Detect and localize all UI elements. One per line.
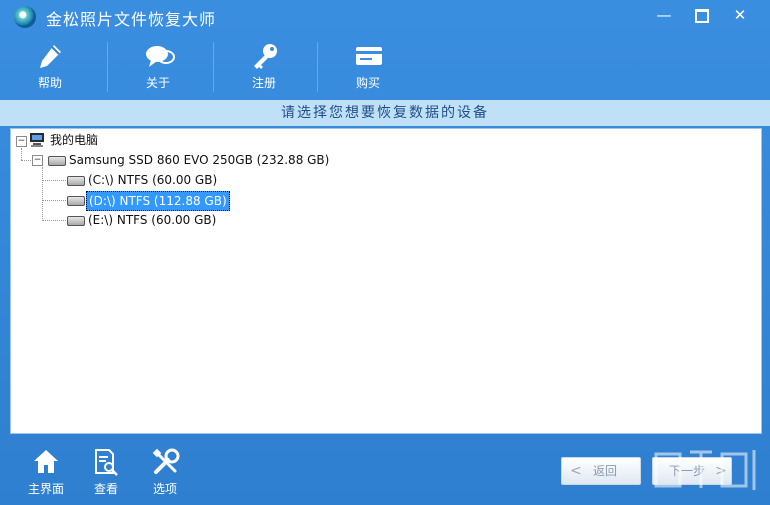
options-button[interactable]: 选项 [139, 446, 191, 498]
partition-drive-icon [67, 196, 85, 206]
help-label: 帮助 [37, 76, 62, 90]
title-bar: 金松照片文件恢复大师 — ✕ [0, 0, 770, 34]
tree-node-partition-c[interactable]: (C:\) NTFS (60.00 GB) [88, 171, 217, 189]
register-button[interactable]: 注册 [224, 38, 304, 94]
device-tree[interactable]: − 我的电脑 − Samsung SSD 860 EVO 250GB (232.… [10, 128, 762, 434]
window-title: 金松照片文件恢复大师 [46, 10, 217, 29]
toolbar-divider [107, 42, 108, 92]
maximize-button[interactable] [686, 3, 718, 27]
app-logo-icon [14, 6, 36, 28]
credit-card-icon [356, 47, 382, 65]
maximize-icon [695, 8, 709, 23]
tree-expander[interactable]: − [32, 155, 43, 166]
document-search-icon [95, 449, 118, 476]
buy-label: 购买 [355, 76, 380, 90]
toolbar-divider [213, 42, 214, 92]
next-label: 下一步 [669, 464, 706, 478]
key-icon [254, 44, 277, 69]
home-label: 主界面 [27, 482, 64, 496]
disk-icon [48, 156, 66, 166]
pencil-icon [40, 45, 61, 68]
section-header: 请选择您想要恢复数据的设备 [0, 100, 770, 126]
back-label: 返回 [593, 464, 618, 478]
back-button[interactable]: < 返回 [561, 457, 641, 485]
partition-drive-icon [67, 176, 85, 186]
tree-connector [42, 180, 66, 181]
about-label: 关于 [145, 76, 170, 90]
close-icon: ✕ [733, 6, 747, 24]
close-button[interactable]: ✕ [724, 3, 756, 27]
tree-node-partition-e[interactable]: (E:\) NTFS (60.00 GB) [88, 211, 216, 229]
register-label: 注册 [251, 76, 276, 90]
app-window: 金松照片文件恢复大师 — ✕ 帮助 关于 注册 购买 请选择您想要恢复数据的设备… [0, 0, 770, 505]
tree-connector [42, 200, 66, 201]
tree-expander[interactable]: − [16, 136, 27, 147]
buy-button[interactable]: 购买 [328, 38, 408, 94]
computer-icon [30, 133, 44, 147]
view-button[interactable]: 查看 [80, 446, 132, 498]
chevron-right-icon: > [715, 463, 727, 479]
bottom-bar: 主界面 查看 选项 < 返回 下一步 > [0, 436, 770, 505]
chat-bubbles-icon [146, 46, 175, 67]
chevron-left-icon: < [570, 463, 582, 479]
tree-connector [42, 220, 66, 221]
toolbar-divider [317, 42, 318, 92]
home-button[interactable]: 主界面 [20, 446, 72, 498]
minimize-button[interactable]: — [648, 3, 680, 27]
tree-node-my-computer[interactable]: 我的电脑 [50, 131, 98, 149]
tree-connector [42, 167, 43, 221]
partition-drive-icon [67, 216, 85, 226]
toolbar: 帮助 关于 注册 购买 [0, 34, 770, 98]
tools-icon [152, 448, 180, 474]
about-button[interactable]: 关于 [118, 38, 198, 94]
next-button[interactable]: 下一步 > [652, 457, 732, 485]
view-label: 查看 [93, 482, 118, 496]
home-icon [34, 450, 58, 473]
tree-connector [21, 148, 22, 160]
options-label: 选项 [152, 482, 177, 496]
tree-node-partition-d[interactable]: (D:\) NTFS (112.88 GB) [86, 191, 230, 211]
minimize-icon: — [656, 6, 672, 24]
help-button[interactable]: 帮助 [10, 38, 90, 94]
tree-node-disk[interactable]: Samsung SSD 860 EVO 250GB (232.88 GB) [69, 151, 329, 169]
